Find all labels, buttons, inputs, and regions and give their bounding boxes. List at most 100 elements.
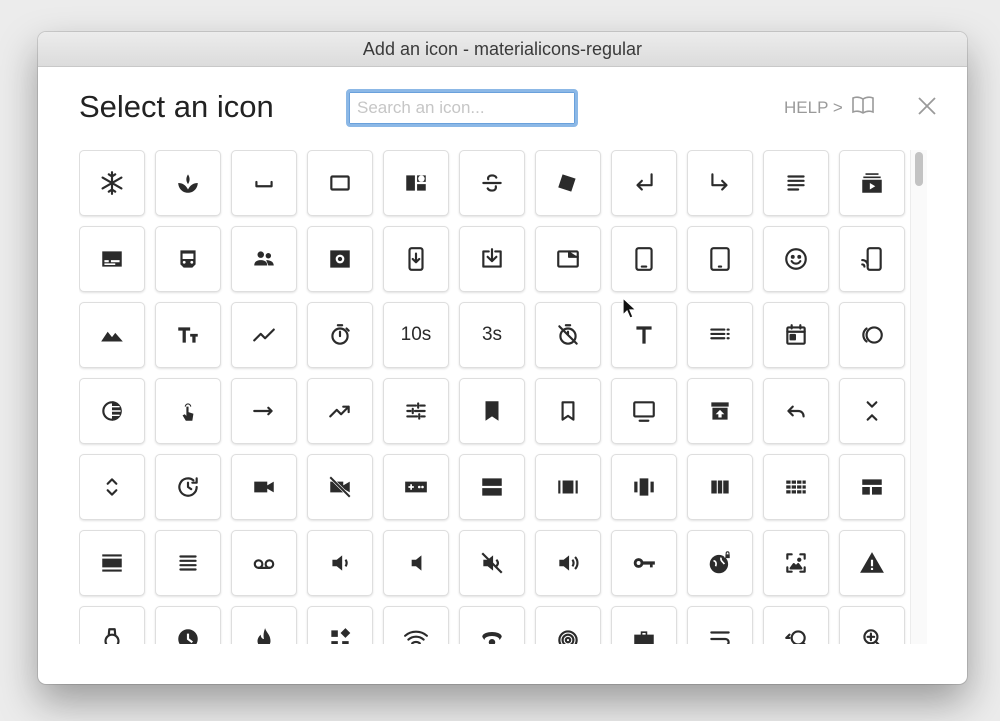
wifi-icon [403,626,429,644]
icon-tile-watch-later[interactable] [155,606,221,644]
icon-tile-text-fields[interactable] [155,302,221,368]
icon-tile-timer-off[interactable] [535,302,601,368]
icon-tile-space-bar[interactable] [231,150,297,216]
wallpaper-icon [783,550,809,576]
icon-tile-timeline[interactable] [231,302,297,368]
trending-up-icon [327,398,353,424]
icon-tile-update[interactable] [155,454,221,520]
icon-tile-timer-10[interactable]: 10s [383,302,449,368]
icon-tile-wallpaper[interactable] [763,530,829,596]
icon-tile-volume-off[interactable] [459,530,525,596]
scrollbar-thumb[interactable] [915,152,923,186]
icon-tile-vpn-key[interactable] [611,530,677,596]
icon-tile-auto-awesome-mosaic[interactable] [383,150,449,216]
icon-tile-warning[interactable] [839,530,905,596]
timer-off-icon [555,322,581,348]
icon-tile-tonality-half[interactable] [79,378,145,444]
system-update-alt-icon [479,246,505,272]
icon-tile-vpn-lock[interactable] [687,530,753,596]
icon-tile-strikethrough[interactable] [459,150,525,216]
icon-tile-tv[interactable] [611,378,677,444]
icon-tile-videocam[interactable] [231,454,297,520]
icon-tile-wifi-tethering[interactable] [459,606,525,644]
icon-tile-volume-up[interactable] [535,530,601,596]
icon-tile-view-carousel[interactable] [611,454,677,520]
icon-tile-touch-app[interactable] [155,378,221,444]
icon-tile-crop-landscape[interactable] [307,150,373,216]
icon-tile-videogame-asset[interactable] [383,454,449,520]
icon-tile-undo[interactable] [763,378,829,444]
timer-3-icon: 3s [481,324,503,345]
icon-tile-wifi[interactable] [383,606,449,644]
icon-tile-timer-3[interactable]: 3s [459,302,525,368]
icon-tile-watch[interactable] [79,606,145,644]
close-button[interactable] [916,95,938,117]
icon-tile-ac-unit[interactable] [79,150,145,216]
youtube-searched-for-icon [783,626,809,644]
icon-tile-trending-flat[interactable] [231,378,297,444]
search-input[interactable] [346,89,578,127]
toc-icon [707,322,733,348]
icon-tile-tap-and-play[interactable] [839,226,905,292]
icon-tile-tune[interactable] [383,378,449,444]
icon-tile-today[interactable] [763,302,829,368]
icon-tile-title[interactable] [611,302,677,368]
icon-tile-work[interactable] [611,606,677,644]
unfold-more-icon [99,474,125,500]
icon-tile-widgets[interactable] [307,606,373,644]
icon-tile-turned-in[interactable] [459,378,525,444]
icon-tile-tag-faces[interactable] [763,226,829,292]
text-fields-icon [175,322,201,348]
icon-tile-subscriptions[interactable] [839,150,905,216]
icon-tile-subject[interactable] [763,150,829,216]
icon-tile-system-update-alt[interactable] [459,226,525,292]
icon-tile-unfold-less[interactable] [839,378,905,444]
icon-tile-wrap-text[interactable] [687,606,753,644]
icon-tile-wb-iridescent[interactable] [535,606,601,644]
icon-tile-view-day[interactable] [79,530,145,596]
icon-tile-view-comfy[interactable] [763,454,829,520]
icon-tile-zoom-in[interactable] [839,606,905,644]
icon-tile-supervisor-account[interactable] [231,226,297,292]
icon-grid-scrollbar[interactable] [910,150,927,644]
icon-tile-view-column[interactable] [687,454,753,520]
icon-tile-style[interactable] [535,150,601,216]
icon-tile-volume-down[interactable] [307,530,373,596]
icon-tile-timer[interactable] [307,302,373,368]
icon-tile-view-headline[interactable] [155,530,221,596]
icon-tile-tablet[interactable] [687,226,753,292]
icon-tile-spa[interactable] [155,150,221,216]
volume-up-icon [555,550,581,576]
icon-tile-subdirectory-arrow-right[interactable] [687,150,753,216]
icon-tile-toc[interactable] [687,302,753,368]
vpn-key-icon [631,550,657,576]
icon-tile-view-agenda[interactable] [459,454,525,520]
icon-tile-youtube-searched-for[interactable] [763,606,829,644]
subdirectory-arrow-right-icon [707,170,733,196]
icon-tile-videocam-off[interactable] [307,454,373,520]
icon-tile-subdirectory-arrow-left[interactable] [611,150,677,216]
icon-tile-trending-up[interactable] [307,378,373,444]
icon-grid-viewport[interactable]: 10s 3s [79,150,907,644]
icon-tile-unfold-more[interactable] [79,454,145,520]
icon-tile-view-array[interactable] [535,454,601,520]
icon-tile-turned-in-not[interactable] [535,378,601,444]
window-titlebar[interactable]: Add an icon - materialicons-regular [38,32,967,67]
help-link[interactable]: HELP > [784,95,875,120]
wrap-text-icon [707,626,733,644]
icon-tile-volume-mute[interactable] [383,530,449,596]
icon-tile-tonality[interactable] [839,302,905,368]
icon-tile-stay-current-portrait[interactable] [383,226,449,292]
icon-tile-view-compact[interactable] [839,454,905,520]
icon-tile-whatshot[interactable] [231,606,297,644]
icon-grid: 10s 3s [79,150,907,644]
icon-tile-subtitles[interactable] [79,226,145,292]
icon-tile-surround-sound[interactable] [307,226,373,292]
icon-tile-tab[interactable] [535,226,601,292]
warning-icon [859,550,885,576]
icon-tile-unarchive[interactable] [687,378,753,444]
icon-tile-voicemail[interactable] [231,530,297,596]
icon-tile-terrain[interactable] [79,302,145,368]
icon-tile-tablet-android[interactable] [611,226,677,292]
icon-tile-subway[interactable] [155,226,221,292]
